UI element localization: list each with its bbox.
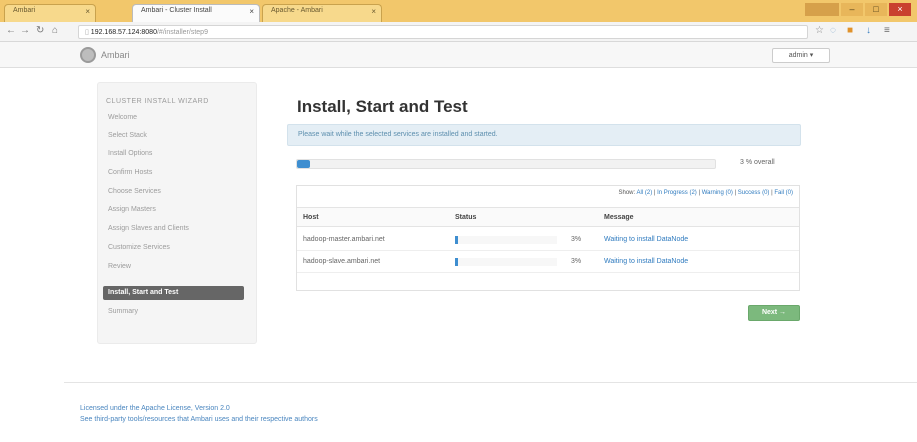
close-tab-icon[interactable]: × <box>371 7 376 16</box>
download-icon[interactable]: ↓ <box>866 25 871 36</box>
table-row: hadoop-master.ambari.net 3% Waiting to i… <box>297 229 799 251</box>
host-progress-fill <box>455 236 459 244</box>
wizard-step-welcome: Welcome <box>108 114 138 121</box>
filter-success[interactable]: Success (0) <box>738 190 770 196</box>
status-filters: Show: All (2) | In Progress (2) | Warnin… <box>618 190 794 196</box>
overall-progress-label: 3 % overall <box>740 159 775 166</box>
column-header-host: Host <box>303 214 319 221</box>
table-header: Host Status Message <box>297 207 799 227</box>
license-link[interactable]: Licensed under the Apache License, Versi… <box>80 405 230 412</box>
host-name: hadoop-slave.ambari.net <box>303 258 381 265</box>
table-row: hadoop-slave.ambari.net 3% Waiting to in… <box>297 251 799 273</box>
close-tab-icon[interactable]: × <box>85 7 90 16</box>
host-progress-bar <box>455 236 557 244</box>
filter-warning[interactable]: Warning (0) <box>702 190 733 196</box>
browser-tab[interactable]: Apache - Ambari × <box>262 4 382 22</box>
filter-all[interactable]: All (2) <box>637 190 653 196</box>
host-status-panel: Show: All (2) | In Progress (2) | Warnin… <box>296 185 800 291</box>
extension-icon[interactable]: ◌ <box>830 25 836 36</box>
menu-icon[interactable]: ≡ <box>884 25 890 36</box>
page-title: Install, Start and Test <box>297 97 468 116</box>
extension-icon-orange[interactable]: ■ <box>847 25 853 36</box>
close-window-icon[interactable]: × <box>889 3 911 16</box>
host-progress-fill <box>455 258 459 266</box>
wizard-step-install-options: Install Options <box>108 150 153 157</box>
column-header-message: Message <box>604 214 634 221</box>
filter-fail[interactable]: Fail (0) <box>774 190 793 196</box>
app-header: Ambari admin ▾ <box>0 42 917 68</box>
host-message-link[interactable]: Waiting to install DataNode <box>604 258 688 265</box>
url-path: /#/installer/step9 <box>156 29 208 36</box>
next-button[interactable]: Next → <box>748 305 800 321</box>
maximize-icon[interactable]: □ <box>865 3 887 16</box>
app-name[interactable]: Ambari <box>101 50 130 60</box>
wizard-sidebar: CLUSTER INSTALL WIZARD Welcome Select St… <box>97 82 257 344</box>
third-party-link[interactable]: See third-party tools/resources that Amb… <box>80 416 318 423</box>
wizard-step-assign-masters: Assign Masters <box>108 206 156 213</box>
browser-tab-label: Ambari <box>13 7 36 14</box>
overall-progress-fill <box>297 160 310 168</box>
address-bar-row: ← → ↻ ⌂ ▯ 192.168.57.124:8080/#/installe… <box>0 22 917 42</box>
profile-button[interactable] <box>805 3 839 16</box>
host-message-link[interactable]: Waiting to install DataNode <box>604 236 688 243</box>
ambari-logo-icon[interactable] <box>80 47 96 63</box>
browser-tab-strip: Ambari × Ambari - Cluster Install × Apac… <box>0 0 917 22</box>
filter-in-progress[interactable]: In Progress (2) <box>657 190 697 196</box>
column-header-status: Status <box>455 214 477 221</box>
wizard-step-assign-slaves: Assign Slaves and Clients <box>108 225 189 232</box>
overall-progress-bar <box>296 159 716 169</box>
host-progress-percent: 3% <box>571 258 582 265</box>
host-progress-bar <box>455 258 557 266</box>
close-tab-icon[interactable]: × <box>249 7 254 16</box>
wizard-step-select-stack: Select Stack <box>108 132 147 139</box>
wizard-step-summary: Summary <box>108 308 138 315</box>
bookmark-star-icon[interactable]: ☆ <box>815 25 824 36</box>
home-icon[interactable]: ⌂ <box>52 25 58 36</box>
wizard-step-install-start-test: Install, Start and Test <box>103 286 244 300</box>
wizard-step-choose-services: Choose Services <box>108 188 161 195</box>
info-notice: Please wait while the selected services … <box>287 124 801 146</box>
reload-icon[interactable]: ↻ <box>36 25 44 36</box>
footer-divider <box>64 382 917 383</box>
back-icon[interactable]: ← <box>6 25 16 36</box>
user-menu-button[interactable]: admin ▾ <box>772 48 830 63</box>
forward-icon[interactable]: → <box>20 25 30 36</box>
wizard-step-customize-services: Customize Services <box>108 244 170 251</box>
browser-tab[interactable]: Ambari × <box>4 4 96 22</box>
browser-tab-label: Ambari - Cluster Install <box>141 7 212 14</box>
browser-tab-label: Apache - Ambari <box>271 7 323 14</box>
wizard-step-review: Review <box>108 263 131 270</box>
wizard-step-confirm-hosts: Confirm Hosts <box>108 169 153 176</box>
host-progress-percent: 3% <box>571 236 582 243</box>
url-input[interactable]: ▯ 192.168.57.124:8080/#/installer/step9 <box>78 25 808 39</box>
url-host: 192.168.57.124:8080 <box>90 29 157 36</box>
browser-tab-active[interactable]: Ambari - Cluster Install × <box>132 4 260 22</box>
minimize-icon[interactable]: – <box>841 3 863 16</box>
window-controls: – □ × <box>805 3 911 17</box>
filter-prefix: Show: <box>618 190 636 196</box>
wizard-title: CLUSTER INSTALL WIZARD <box>106 98 209 105</box>
host-name: hadoop-master.ambari.net <box>303 236 385 243</box>
